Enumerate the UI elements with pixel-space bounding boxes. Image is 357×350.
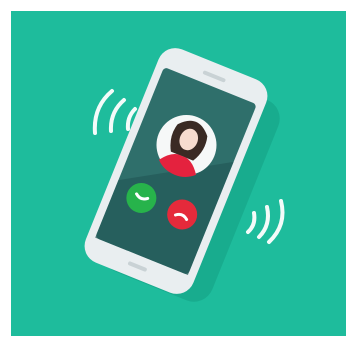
image-canvas bbox=[0, 0, 357, 350]
illustration bbox=[11, 11, 346, 336]
